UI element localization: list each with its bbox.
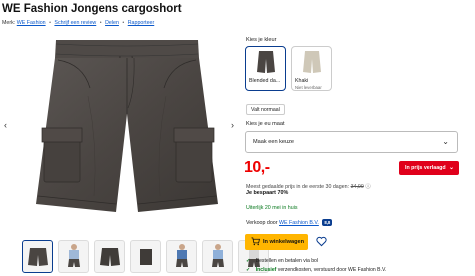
color-label: Kies je kleur [246,37,277,43]
size-label: Kies je eu maat [246,121,285,127]
usp-text: Bestellen en betalen via bol [255,258,319,264]
brand-link[interactable]: WE Fashion [17,20,46,26]
color-option-label: Khaki [295,78,309,84]
gallery-next-icon[interactable]: › [231,120,234,130]
info-icon[interactable]: ⓘ [365,184,370,190]
check-icon: ✓ [246,258,251,264]
usp-highlight: Inclusief [255,267,277,273]
seller-prefix: Verkoop door [246,219,278,226]
size-select-value: Maak een keuze [253,139,295,145]
seller-link[interactable]: WE Fashion B.V. [279,220,319,226]
color-swatch-image [292,47,331,76]
product-meta-line: Merk: WE Fashion • Schrijf een review • … [2,20,154,26]
check-icon: ✓ [246,267,251,273]
savings-text: Je bespaart 70% [246,190,289,196]
seller-line: Verkoop door WE Fashion B.V. 8,8 [246,219,333,226]
seller-score-badge: 8,8 [322,219,333,226]
separator: • [122,20,125,26]
thumbnail[interactable] [94,240,125,273]
usp-line: ✓ Bestellen en betalen via bol [246,258,318,264]
size-select[interactable]: Maak een keuze ⌄ [245,131,458,153]
color-option-label: Blended da... [249,78,281,84]
report-link[interactable]: Rapporteer [128,20,155,26]
thumbnail[interactable] [202,240,233,273]
add-to-cart-label: In winkelwagen [263,238,305,245]
promo-label: In prijs verlaagd [405,165,446,171]
old-price: 34,99 [350,184,364,190]
color-option-blended[interactable]: Blended da... [245,46,286,91]
gallery-prev-icon[interactable]: ‹ [4,120,7,130]
thumbnail[interactable] [22,240,53,273]
color-option-khaki[interactable]: Khaki Niet leverbaar [291,46,332,91]
usp-line: ✓ Inclusief verzendkosten, verstuurd doo… [246,267,386,273]
chevron-down-icon: ⌄ [442,137,449,146]
page-title: WE Fashion Jongens cargoshort [2,3,182,15]
write-review-link[interactable]: Schrijf een review [54,20,96,26]
lowest-price-note: Meest gedaalde prijs in de eerste 30 dag… [246,182,371,190]
fit-info-button[interactable]: Valt normaal [246,104,285,115]
delivery-status: Uiterlijk 20 mei in huis [246,205,298,211]
brand-prefix: Merk: [2,20,16,26]
separator: • [49,20,51,26]
thumbnail[interactable] [58,240,89,273]
add-to-cart-button[interactable]: In winkelwagen [245,234,308,250]
wishlist-heart-icon[interactable] [316,236,327,247]
product-image[interactable] [28,36,226,226]
usp-text: verzendkosten, verstuurd door WE Fashion… [277,267,387,273]
gallery-thumbnails [22,240,269,273]
separator: • [99,20,102,26]
price: 10,- [244,159,270,176]
promo-badge[interactable]: In prijs verlaagd ⌄ [399,161,459,175]
thumbnail[interactable] [166,240,197,273]
thumbnail[interactable] [130,240,161,273]
color-option-availability: Niet leverbaar [295,85,322,90]
color-swatch-image [246,47,285,76]
share-link[interactable]: Delen [105,20,119,26]
cart-icon [251,237,260,246]
chevron-down-icon: ⌄ [448,165,454,171]
